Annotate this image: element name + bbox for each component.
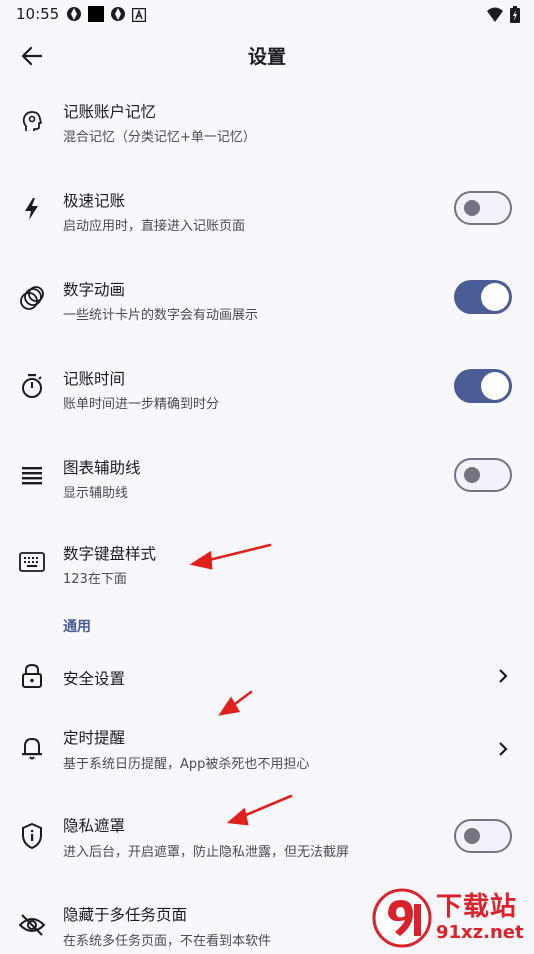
annotation-arrow xyxy=(218,690,253,716)
annotation-arrow xyxy=(189,543,272,570)
annotation-arrow xyxy=(226,794,293,826)
watermark-logo: 下载站 91xz.net xyxy=(368,884,534,950)
watermark-brand: 下载站 xyxy=(436,892,518,922)
annotation-arrows xyxy=(189,543,293,826)
watermark-site: 91xz.net xyxy=(436,922,524,943)
